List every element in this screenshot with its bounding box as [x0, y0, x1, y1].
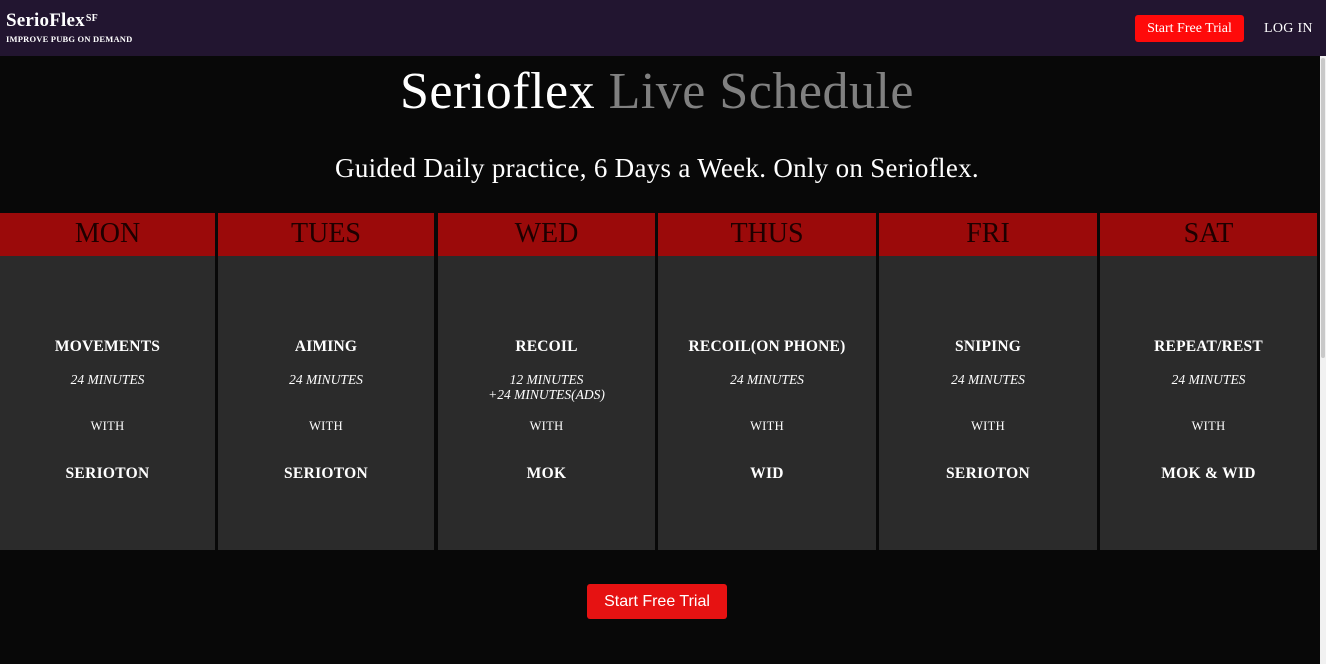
day-card-mon: MON MOVEMENTS 24 MINUTES WITH SERIOTON [0, 213, 215, 550]
day-card-sat: SAT REPEAT/REST 24 MINUTES WITH MOK & WI… [1100, 213, 1317, 550]
top-navbar: SerioFlexSF IMPROVE PUBG ON DEMAND Start… [0, 0, 1326, 56]
day-duration: 12 MINUTES +24 MINUTES(ADS) [488, 372, 605, 402]
day-duration: 24 MINUTES [951, 372, 1025, 387]
day-tab-thus[interactable]: THUS [658, 213, 876, 256]
day-topic: REPEAT/REST [1154, 338, 1263, 355]
day-duration: 24 MINUTES [730, 372, 804, 387]
page-subtitle: Guided Daily practice, 6 Days a Week. On… [335, 153, 979, 183]
day-tab-mon[interactable]: MON [0, 213, 215, 256]
day-topic: RECOIL [515, 338, 578, 355]
day-tab-fri[interactable]: FRI [879, 213, 1097, 256]
day-tab-sat[interactable]: SAT [1100, 213, 1317, 256]
day-topic: SNIPING [955, 338, 1021, 355]
brand-logo[interactable]: SerioFlexSF IMPROVE PUBG ON DEMAND [6, 11, 133, 45]
day-with-label: WITH [971, 419, 1005, 433]
day-topic: RECOIL(ON PHONE) [688, 338, 846, 355]
day-with-label: WITH [750, 419, 784, 433]
day-card-tues: TUES AIMING 24 MINUTES WITH SERIOTON [218, 213, 434, 550]
day-with-label: WITH [309, 419, 343, 433]
page-title-dim: Live Schedule [608, 63, 914, 120]
day-coach: MOK [526, 465, 567, 482]
day-with-label: WITH [90, 419, 125, 433]
brand-name: SerioFlex [6, 10, 85, 31]
day-coach: SERIOTON [284, 465, 368, 482]
day-tab-tues[interactable]: TUES [218, 213, 434, 256]
scrollbar-thumb[interactable] [1321, 58, 1325, 358]
page-title: Serioflex Live Schedule [0, 62, 1314, 122]
page-title-main: Serioflex [399, 63, 596, 120]
day-coach: MOK & WID [1161, 465, 1256, 482]
schedule-grid: MON MOVEMENTS 24 MINUTES WITH SERIOTON T… [0, 213, 1317, 550]
login-link[interactable]: LOG IN [1264, 20, 1313, 37]
day-with-label: WITH [529, 419, 564, 433]
brand-tagline: IMPROVE PUBG ON DEMAND [6, 34, 133, 44]
day-card-thus: THUS RECOIL(ON PHONE) 24 MINUTES WITH WI… [658, 213, 876, 550]
day-card-wed: WED RECOIL 12 MINUTES +24 MINUTES(ADS) W… [438, 213, 655, 550]
day-with-label: WITH [1191, 419, 1226, 433]
day-topic: MOVEMENTS [54, 338, 161, 355]
day-tab-wed[interactable]: WED [438, 213, 655, 256]
brand-name-wrap: SerioFlexSF [6, 11, 132, 31]
day-duration: 24 MINUTES [1171, 372, 1246, 387]
day-coach: SERIOTON [946, 465, 1030, 482]
day-duration: 24 MINUTES [289, 372, 363, 387]
day-duration: 24 MINUTES [70, 372, 145, 387]
day-coach: WID [750, 465, 784, 482]
start-free-trial-bottom-button[interactable]: Start Free Trial [587, 584, 727, 619]
day-card-fri: FRI SNIPING 24 MINUTES WITH SERIOTON [879, 213, 1097, 550]
start-free-trial-button[interactable]: Start Free Trial [1135, 15, 1244, 42]
day-topic: AIMING [294, 338, 358, 355]
brand-badge: SF [85, 13, 98, 24]
day-coach: SERIOTON [65, 465, 150, 482]
